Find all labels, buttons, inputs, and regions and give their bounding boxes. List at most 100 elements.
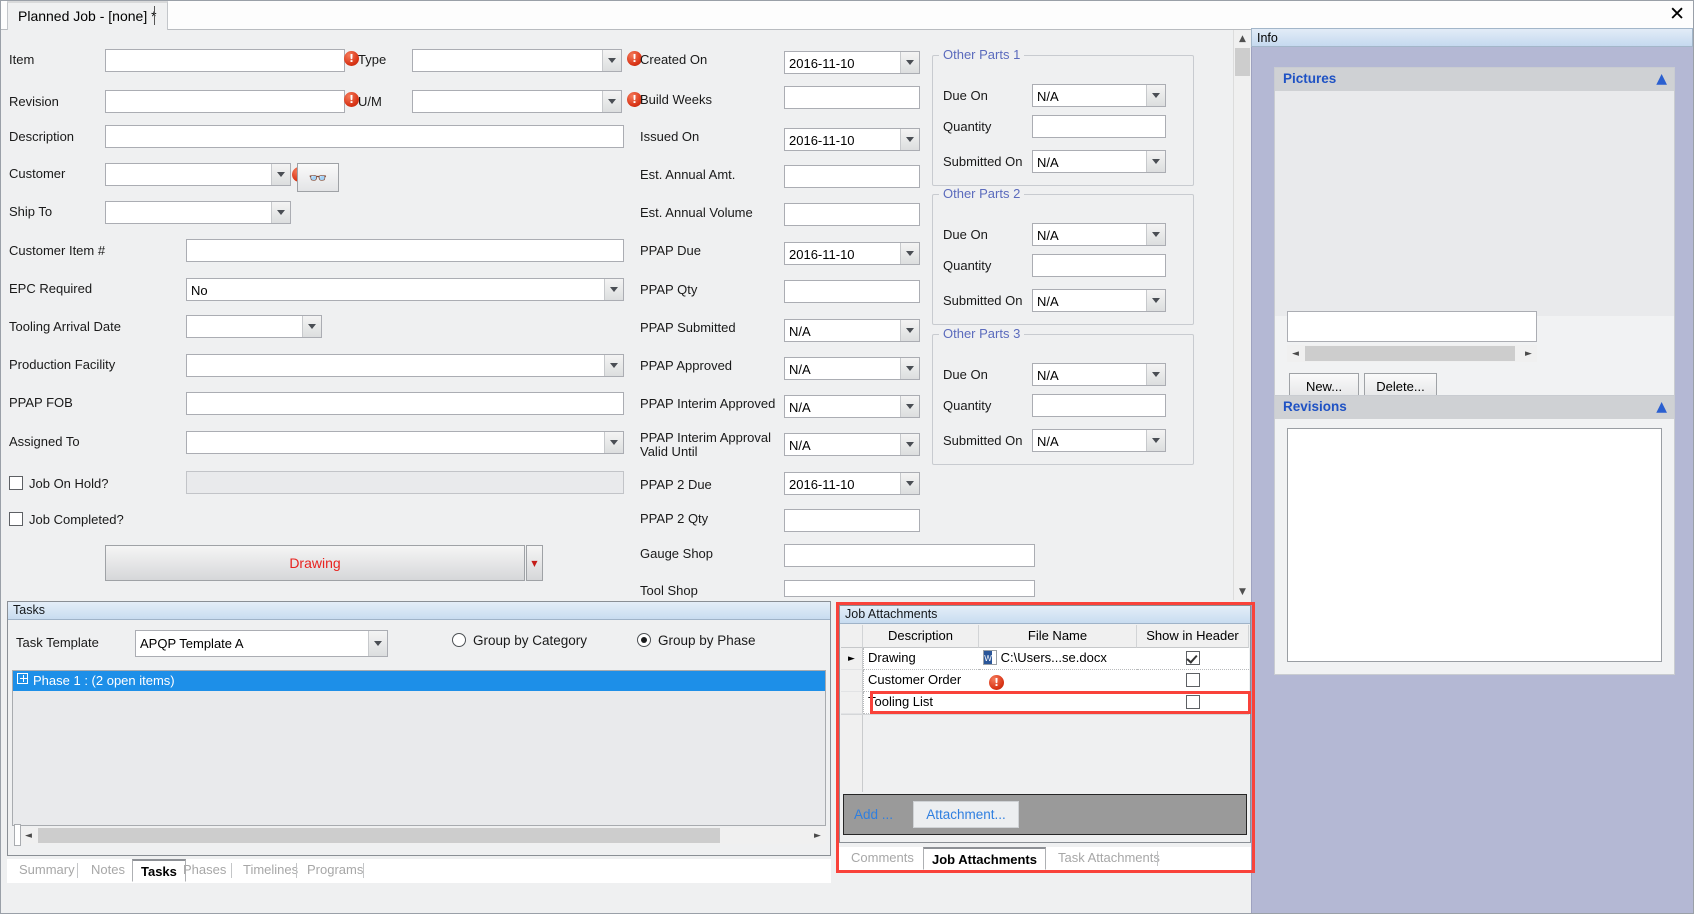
combo-op1-submitted-on[interactable]: N/A: [1032, 150, 1166, 173]
chevron-up-icon[interactable]: ▲: [1656, 399, 1667, 415]
checkbox-job-on-hold[interactable]: [9, 476, 23, 490]
chevron-down-icon[interactable]: [1146, 224, 1165, 245]
table-row[interactable]: Tooling List: [841, 692, 1249, 714]
tab-comments[interactable]: Comments: [843, 847, 922, 870]
chevron-up-icon[interactable]: ▲: [1656, 71, 1667, 87]
radio-group-by-category[interactable]: [452, 633, 466, 647]
row-selector[interactable]: [841, 692, 863, 714]
chevron-down-icon[interactable]: [271, 202, 290, 223]
tab-task-attachments[interactable]: Task Attachments: [1050, 847, 1168, 870]
combo-op2-submitted-on[interactable]: N/A: [1032, 289, 1166, 312]
chevron-down-icon[interactable]: [900, 396, 919, 417]
row-selector[interactable]: ►: [841, 648, 863, 670]
cell-description[interactable]: Tooling List: [863, 692, 979, 714]
main-form-vertical-scrollbar[interactable]: ▲ ▼: [1233, 30, 1251, 600]
combo-created-on[interactable]: 2016-11-10: [784, 51, 920, 74]
combo-ppap-submitted[interactable]: N/A: [784, 319, 920, 342]
task-tree[interactable]: Phase 1 : (2 open items): [12, 670, 826, 826]
chevron-down-icon[interactable]: [1146, 290, 1165, 311]
checkbox-show-in-header[interactable]: [1186, 673, 1200, 687]
input-ppap-qty[interactable]: [784, 280, 920, 303]
combo-ppap-interim-approval-valid-until[interactable]: N/A: [784, 433, 920, 456]
expand-plus-icon[interactable]: [17, 673, 28, 684]
chevron-down-icon[interactable]: [302, 316, 321, 337]
picture-navigation-scrollbar[interactable]: ◄ ►: [1287, 345, 1537, 362]
task-tree-horizontal-scrollbar[interactable]: ◄ ►: [14, 827, 826, 844]
cell-show-in-header[interactable]: [1137, 670, 1249, 692]
chevron-down-icon[interactable]: [1146, 85, 1165, 106]
input-build-weeks[interactable]: [784, 86, 920, 109]
add-link[interactable]: Add ...: [854, 807, 893, 822]
close-icon[interactable]: ✕: [1669, 5, 1685, 24]
input-job-on-hold-note[interactable]: [186, 471, 624, 494]
cell-description[interactable]: Customer Order: [863, 670, 979, 692]
checkbox-job-completed[interactable]: [9, 512, 23, 526]
input-est-annual-amt[interactable]: [784, 165, 920, 188]
attachments-grid[interactable]: Description File Name Show in Header ► D…: [841, 625, 1249, 792]
chevron-down-icon[interactable]: [900, 473, 919, 494]
input-description[interactable]: [105, 125, 624, 148]
cell-show-in-header[interactable]: [1137, 692, 1249, 714]
column-header-description[interactable]: Description: [863, 625, 979, 648]
chevron-down-icon[interactable]: [900, 358, 919, 379]
document-tab-planned-job[interactable]: Planned Job - [none] *: [7, 1, 168, 30]
checkbox-show-in-header[interactable]: [1186, 695, 1200, 709]
combo-type[interactable]: [412, 49, 622, 72]
checkbox-show-in-header[interactable]: [1186, 651, 1200, 665]
chevron-down-icon[interactable]: [604, 355, 623, 376]
chevron-down-icon[interactable]: [900, 320, 919, 341]
scrollbar-thumb[interactable]: [1235, 48, 1250, 76]
chevron-left-icon[interactable]: ◄: [20, 827, 37, 844]
chevron-down-icon[interactable]: [604, 279, 623, 300]
input-customer-item[interactable]: [186, 239, 624, 262]
chevron-down-icon[interactable]: [1146, 364, 1165, 385]
task-tree-scroll-thumb[interactable]: [38, 828, 720, 843]
input-revision[interactable]: [105, 90, 345, 113]
combo-op1-due-on[interactable]: N/A: [1032, 84, 1166, 107]
input-op1-quantity[interactable]: [1032, 115, 1166, 138]
tab-notes[interactable]: Notes: [83, 859, 133, 882]
chevron-down-icon[interactable]: [604, 432, 623, 453]
chevron-down-icon[interactable]: [1146, 151, 1165, 172]
chevron-right-icon[interactable]: ►: [1520, 345, 1537, 362]
chevron-down-icon[interactable]: [900, 243, 919, 264]
tab-programs[interactable]: Programs: [299, 859, 371, 882]
input-item[interactable]: [105, 49, 345, 72]
combo-epc-required[interactable]: No: [186, 278, 624, 301]
cell-file-name[interactable]: !: [979, 670, 1137, 692]
chevron-left-icon[interactable]: ◄: [1287, 345, 1304, 362]
scroll-up-icon[interactable]: ▲: [1234, 30, 1251, 47]
column-header-show-in-header[interactable]: Show in Header: [1137, 625, 1249, 648]
combo-ship-to[interactable]: [105, 201, 291, 224]
picture-nav-thumb[interactable]: [1305, 346, 1515, 361]
cell-description[interactable]: Drawing: [863, 648, 979, 670]
input-op2-quantity[interactable]: [1032, 254, 1166, 277]
tab-summary[interactable]: Summary: [11, 859, 83, 882]
cell-file-name[interactable]: C:\Users...se.docx: [979, 648, 1137, 670]
combo-assigned-to[interactable]: [186, 431, 624, 454]
cell-show-in-header[interactable]: [1137, 648, 1249, 670]
task-tree-group-header[interactable]: Phase 1 : (2 open items): [13, 671, 825, 691]
revisions-section-header[interactable]: Revisions ▲: [1275, 396, 1674, 419]
input-op3-quantity[interactable]: [1032, 394, 1166, 417]
radio-group-by-phase[interactable]: [637, 633, 651, 647]
input-ppap-2-qty[interactable]: [784, 509, 920, 532]
table-row[interactable]: Customer Order !: [841, 670, 1249, 692]
combo-tooling-arrival-date[interactable]: [186, 315, 322, 338]
drawing-button[interactable]: Drawing: [105, 545, 525, 581]
combo-task-template[interactable]: APQP Template A: [135, 630, 388, 657]
chevron-down-icon[interactable]: [900, 129, 919, 150]
chevron-down-icon[interactable]: [1146, 430, 1165, 451]
tab-phases[interactable]: Phases: [175, 859, 234, 882]
picture-viewport[interactable]: [1275, 91, 1674, 316]
picture-caption-input[interactable]: [1287, 311, 1537, 342]
combo-production-facility[interactable]: [186, 354, 624, 377]
combo-ppap-due[interactable]: 2016-11-10: [784, 242, 920, 265]
cell-file-name[interactable]: [979, 692, 1137, 714]
chevron-down-icon[interactable]: [368, 631, 387, 656]
combo-customer[interactable]: [105, 163, 291, 186]
input-ppap-fob[interactable]: [186, 392, 624, 415]
drawing-dropdown-button[interactable]: ▼: [526, 545, 543, 581]
chevron-down-icon[interactable]: [602, 50, 621, 71]
chevron-down-icon[interactable]: [900, 434, 919, 455]
